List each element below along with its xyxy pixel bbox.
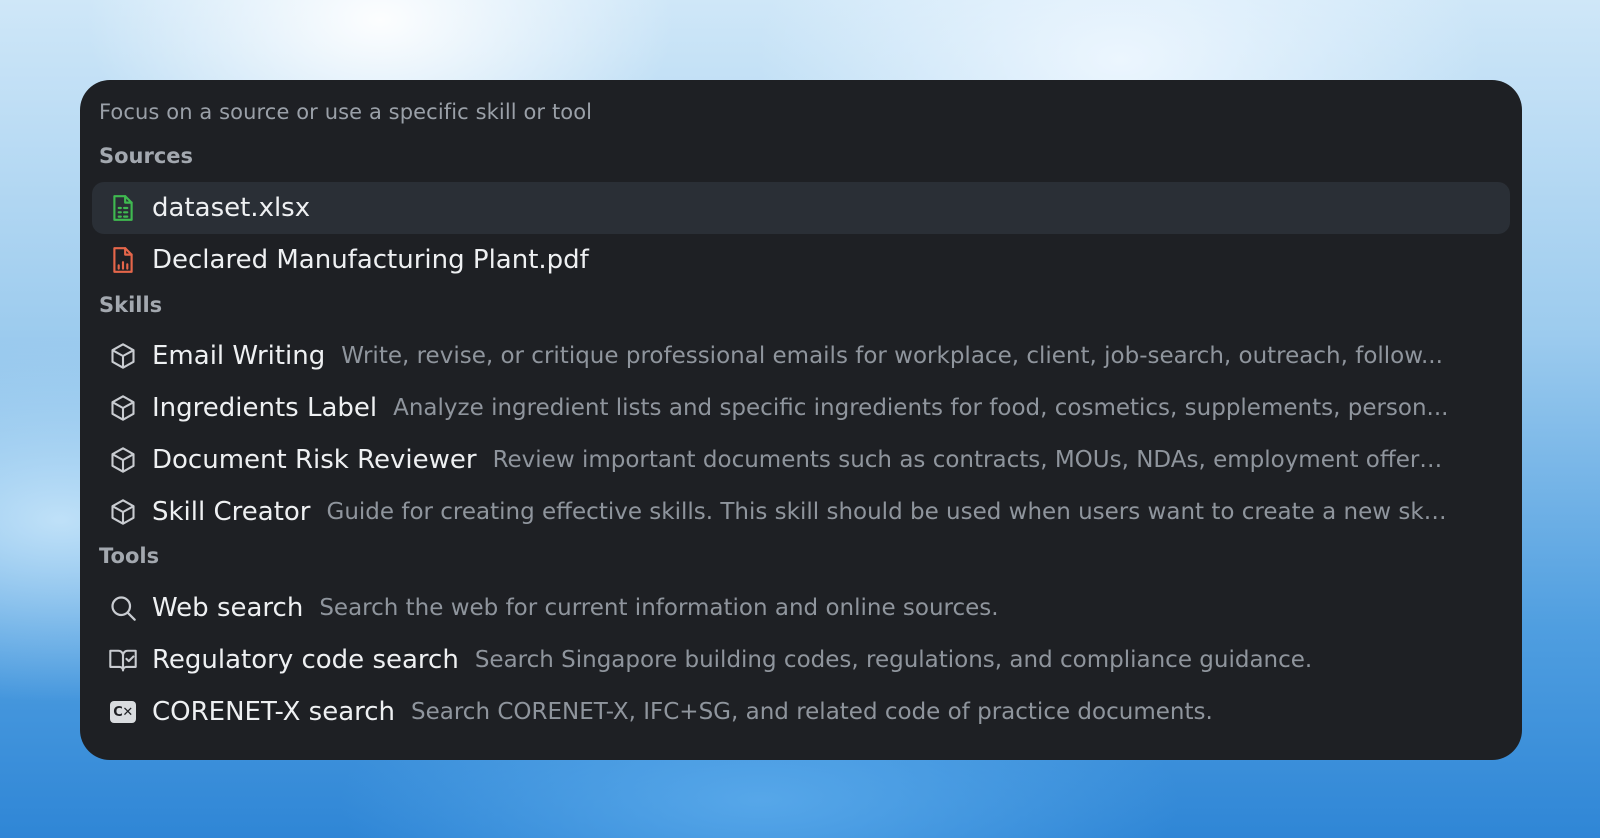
skill-item-label: Document Risk Reviewer bbox=[152, 445, 477, 475]
source-item-dataset[interactable]: dataset.xlsx bbox=[92, 182, 1510, 234]
spreadsheet-file-icon bbox=[108, 193, 138, 223]
skill-item-ingredients-label[interactable]: Ingredients Label Analyze ingredient lis… bbox=[92, 382, 1510, 434]
pdf-chart-file-icon bbox=[108, 245, 138, 275]
cube-icon bbox=[108, 393, 138, 423]
cube-icon bbox=[108, 445, 138, 475]
tool-item-description: Search the web for current information a… bbox=[319, 595, 999, 621]
source-item-declared-manufacturing-plant[interactable]: Declared Manufacturing Plant.pdf bbox=[92, 234, 1510, 286]
picker-hint: Focus on a source or use a specific skil… bbox=[99, 100, 593, 124]
skill-item-label: Ingredients Label bbox=[152, 393, 378, 423]
tool-item-label: Web search bbox=[152, 593, 304, 623]
skill-item-description: Write, revise, or critique professional … bbox=[341, 343, 1443, 369]
source-item-label: dataset.xlsx bbox=[152, 193, 311, 223]
section-title-sources: Sources bbox=[99, 144, 194, 168]
tool-item-regulatory-code-search[interactable]: Regulatory code search Search Singapore … bbox=[92, 634, 1510, 686]
skill-item-email-writing[interactable]: Email Writing Write, revise, or critique… bbox=[92, 330, 1510, 382]
book-check-icon bbox=[108, 645, 138, 675]
source-item-label: Declared Manufacturing Plant.pdf bbox=[152, 245, 589, 275]
cube-icon bbox=[108, 497, 138, 527]
skill-item-skill-creator[interactable]: Skill Creator Guide for creating effecti… bbox=[92, 486, 1510, 538]
corenet-x-icon: C✕ bbox=[108, 697, 138, 727]
corenet-x-badge: C✕ bbox=[110, 701, 136, 723]
skill-item-description: Review important documents such as contr… bbox=[492, 447, 1461, 473]
tool-item-label: CORENET-X search bbox=[152, 697, 396, 727]
skill-item-description: Analyze ingredient lists and specific in… bbox=[393, 395, 1449, 421]
cube-icon bbox=[108, 341, 138, 371]
search-icon bbox=[108, 593, 138, 623]
source-skill-tool-picker: Focus on a source or use a specific skil… bbox=[80, 80, 1522, 760]
skill-item-document-risk-reviewer[interactable]: Document Risk Reviewer Review important … bbox=[92, 434, 1510, 486]
tool-item-description: Search Singapore building codes, regulat… bbox=[474, 647, 1313, 673]
skill-item-label: Skill Creator bbox=[152, 497, 311, 527]
tool-item-label: Regulatory code search bbox=[152, 645, 459, 675]
skill-item-label: Email Writing bbox=[152, 341, 326, 371]
section-title-tools: Tools bbox=[99, 544, 160, 568]
tool-item-web-search[interactable]: Web search Search the web for current in… bbox=[92, 582, 1510, 634]
tool-item-description: Search CORENET-X, IFC+SG, and related co… bbox=[411, 699, 1213, 725]
section-title-skills: Skills bbox=[99, 293, 163, 317]
skill-item-description: Guide for creating effective skills. Thi… bbox=[326, 499, 1452, 525]
tool-item-corenet-x-search[interactable]: C✕ CORENET-X search Search CORENET-X, IF… bbox=[92, 686, 1510, 738]
